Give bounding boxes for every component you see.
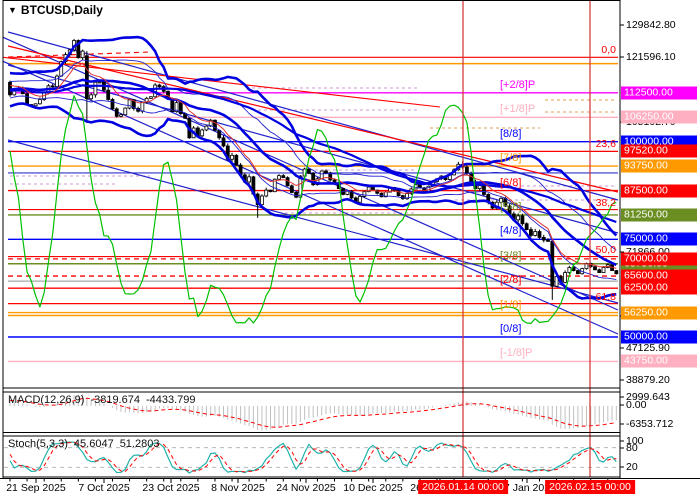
event-date-badge: 2026.01.14 00:00 (418, 480, 508, 494)
time-axis-label: 23 Oct 2025 (142, 482, 200, 494)
macd-panel-label: MACD(12,26,9) -3819.674 -4433.799 (8, 394, 202, 406)
price-level-badge: 65600.00 (621, 269, 697, 283)
fibonacci-level-label: 61,8 (595, 290, 616, 303)
price-level-badge: 56250.00 (621, 306, 697, 320)
chart-title: ▼ BTCUSD,Daily (8, 3, 103, 17)
price-level-badge: 106250.00 (621, 110, 697, 124)
price-level-badge: 50000.00 (621, 330, 697, 344)
murrey-level-label: [4/8] (500, 225, 522, 238)
macd-value-main: -3819.674 (90, 394, 140, 406)
macd-axis-label: 0.00 (626, 399, 647, 411)
murrey-level-label: [1/8] (500, 298, 522, 311)
price-level-badge: 112500.00 (621, 86, 697, 100)
macd-axis-label: -6353.712 (626, 418, 674, 430)
event-date-badge: 2026.02.15 00:00 (545, 480, 635, 494)
price-level-badge: 93750.00 (621, 159, 697, 173)
stoch-panel-label: Stoch(5,3,3) 45.6047 51.2803 (8, 438, 165, 450)
price-axis-label: 121596.10 (626, 51, 676, 63)
time-axis-label: 8 Nov 2025 (211, 482, 265, 494)
fibonacci-level-label: 0,0 (601, 44, 616, 57)
price-level-badge: 75000.00 (621, 232, 697, 246)
symbol-dropdown-icon[interactable]: ▼ (8, 5, 17, 15)
price-axis-label: 129842.80 (626, 19, 676, 31)
price-level-badge: 97520.00 (621, 144, 697, 158)
fibonacci-level-label: 50,0 (595, 243, 616, 256)
time-axis-label: 24 Nov 2025 (276, 482, 336, 494)
time-axis-label: 21 Sep 2025 (6, 482, 66, 494)
stoch-axis-label: 20 (626, 461, 638, 473)
murrey-level-label: [-1/8]P (500, 347, 533, 360)
murrey-level-label: [6/8] (500, 176, 522, 189)
stoch-value-d: 51.2803 (119, 438, 160, 450)
murrey-level-label: [+2/8]P (500, 78, 536, 91)
macd-indicator-name: MACD(12,26,9) (8, 394, 85, 406)
murrey-level-label: [+1/8]P (500, 103, 536, 116)
price-level-badge: 62500.00 (621, 281, 697, 295)
murrey-level-label: [2/8] (500, 274, 522, 287)
price-level-badge: 43750.00 (621, 354, 697, 368)
symbol-period-label: BTCUSD,Daily (20, 3, 103, 17)
macd-value-signal: -4433.799 (145, 394, 196, 406)
murrey-level-label: [3/8] (500, 249, 522, 262)
price-axis-label: 47125.90 (626, 342, 670, 354)
price-level-badge: 81250.00 (621, 208, 697, 222)
time-axis-label: 7 Oct 2025 (78, 482, 130, 494)
murrey-level-label: [7/8] (500, 152, 522, 165)
murrey-level-label: [8/8] (500, 127, 522, 140)
stoch-value-k: 45.6047 (73, 438, 114, 450)
murrey-level-label: [0/8] (500, 323, 522, 335)
fibonacci-level-label: 38,2 (595, 196, 616, 209)
stoch-axis-label: 80 (626, 442, 638, 454)
price-axis-label: 38879.20 (626, 374, 670, 386)
stoch-indicator-name: Stoch(5,3,3) (8, 438, 68, 450)
fibonacci-level-label: 23,6 (595, 138, 616, 151)
murrey-level-label: [5/8] (500, 200, 522, 213)
time-axis-label: 10 Dec 2025 (343, 482, 403, 494)
chart-window: ▼ BTCUSD,Daily MACD(12,26,9) -3819.674 -443… (0, 0, 700, 500)
price-level-badge: 70000.00 (621, 252, 697, 266)
price-level-badge: 87500.00 (621, 184, 697, 198)
